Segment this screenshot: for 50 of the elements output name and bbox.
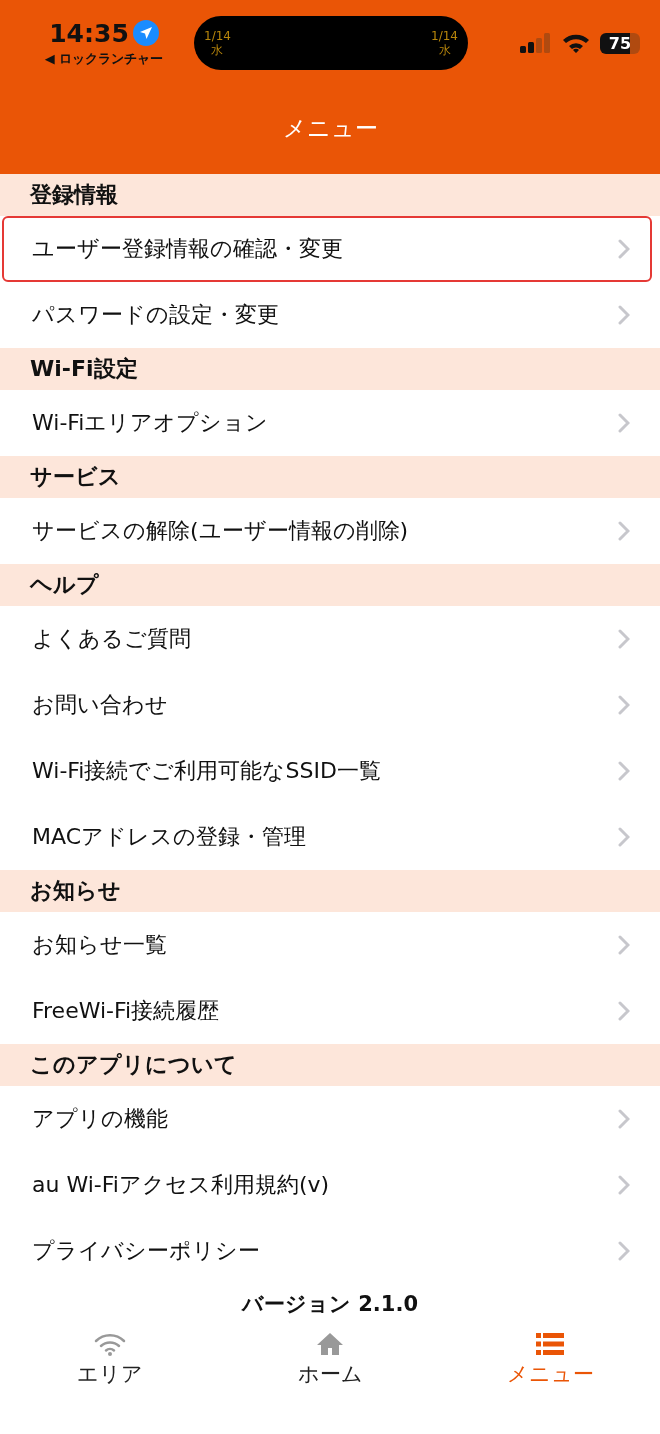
island-weekday: 水 <box>211 43 224 58</box>
home-icon <box>316 1332 344 1356</box>
chevron-right-icon <box>618 1241 630 1261</box>
battery-indicator: 75 <box>600 32 640 54</box>
menu-item-label: お知らせ一覧 <box>32 931 167 959</box>
chevron-right-icon <box>618 1175 630 1195</box>
chevron-right-icon <box>618 935 630 955</box>
island-date: 1/14 <box>431 28 458 43</box>
wifi-icon <box>94 1332 126 1356</box>
section-header: ヘルプ <box>0 564 660 606</box>
version-text: バージョン 2.1.0 <box>240 1291 420 1318</box>
menu-item-label: サービスの解除(ユーザー情報の削除) <box>32 517 409 545</box>
menu-item-label: パスワードの設定・変更 <box>32 301 279 329</box>
page-title: メニュー <box>281 113 379 143</box>
menu-item-label: FreeWi-Fi接続履歴 <box>32 997 220 1025</box>
back-to-app-link[interactable]: ◀ ロックランチャー <box>44 49 164 68</box>
menu-item-label: Wi-Fiエリアオプション <box>32 409 269 437</box>
menu-item-label: au Wi-Fiアクセス利用規約(v) <box>32 1171 330 1199</box>
menu-item-label: お問い合わせ <box>32 691 168 719</box>
chevron-right-icon <box>618 761 630 781</box>
section-header: お知らせ <box>0 870 660 912</box>
menu-item-label: プライバシーポリシー <box>32 1237 260 1265</box>
chevron-right-icon <box>618 1001 630 1021</box>
list-icon <box>536 1332 564 1356</box>
chevron-right-icon <box>618 827 630 847</box>
chevron-right-icon <box>618 305 630 325</box>
menu-item[interactable]: ユーザー登録情報の確認・変更 <box>2 216 652 282</box>
menu-item-label: MACアドレスの登録・管理 <box>32 823 306 851</box>
menu-item-label: よくあるご質問 <box>32 625 191 653</box>
section-header: このアプリについて <box>0 1044 660 1086</box>
chevron-right-icon <box>618 1109 630 1129</box>
chevron-right-icon <box>618 629 630 649</box>
menu-item-label: ユーザー登録情報の確認・変更 <box>32 235 343 263</box>
island-date: 1/14 <box>204 28 231 43</box>
chevron-right-icon <box>618 239 630 259</box>
tab-bar-item[interactable]: メニュー <box>440 1332 660 1388</box>
chevron-right-icon <box>618 413 630 433</box>
section-header: Wi-Fi設定 <box>0 348 660 390</box>
wifi-status-icon <box>562 33 590 53</box>
section-header: サービス <box>0 456 660 498</box>
clock-time: 14:35 <box>49 18 129 48</box>
tab-bar-item[interactable]: ホーム <box>220 1332 440 1388</box>
signal-icon <box>520 33 552 53</box>
menu-item-label: アプリの機能 <box>32 1105 168 1133</box>
chevron-right-icon <box>618 521 630 541</box>
section-header: 登録情報 <box>0 174 660 216</box>
chevron-right-icon <box>618 695 630 715</box>
island-weekday: 水 <box>438 43 451 58</box>
tab-bar-item[interactable]: エリア <box>0 1332 220 1388</box>
menu-item-label: Wi-Fi接続でご利用可能なSSID一覧 <box>32 757 381 785</box>
